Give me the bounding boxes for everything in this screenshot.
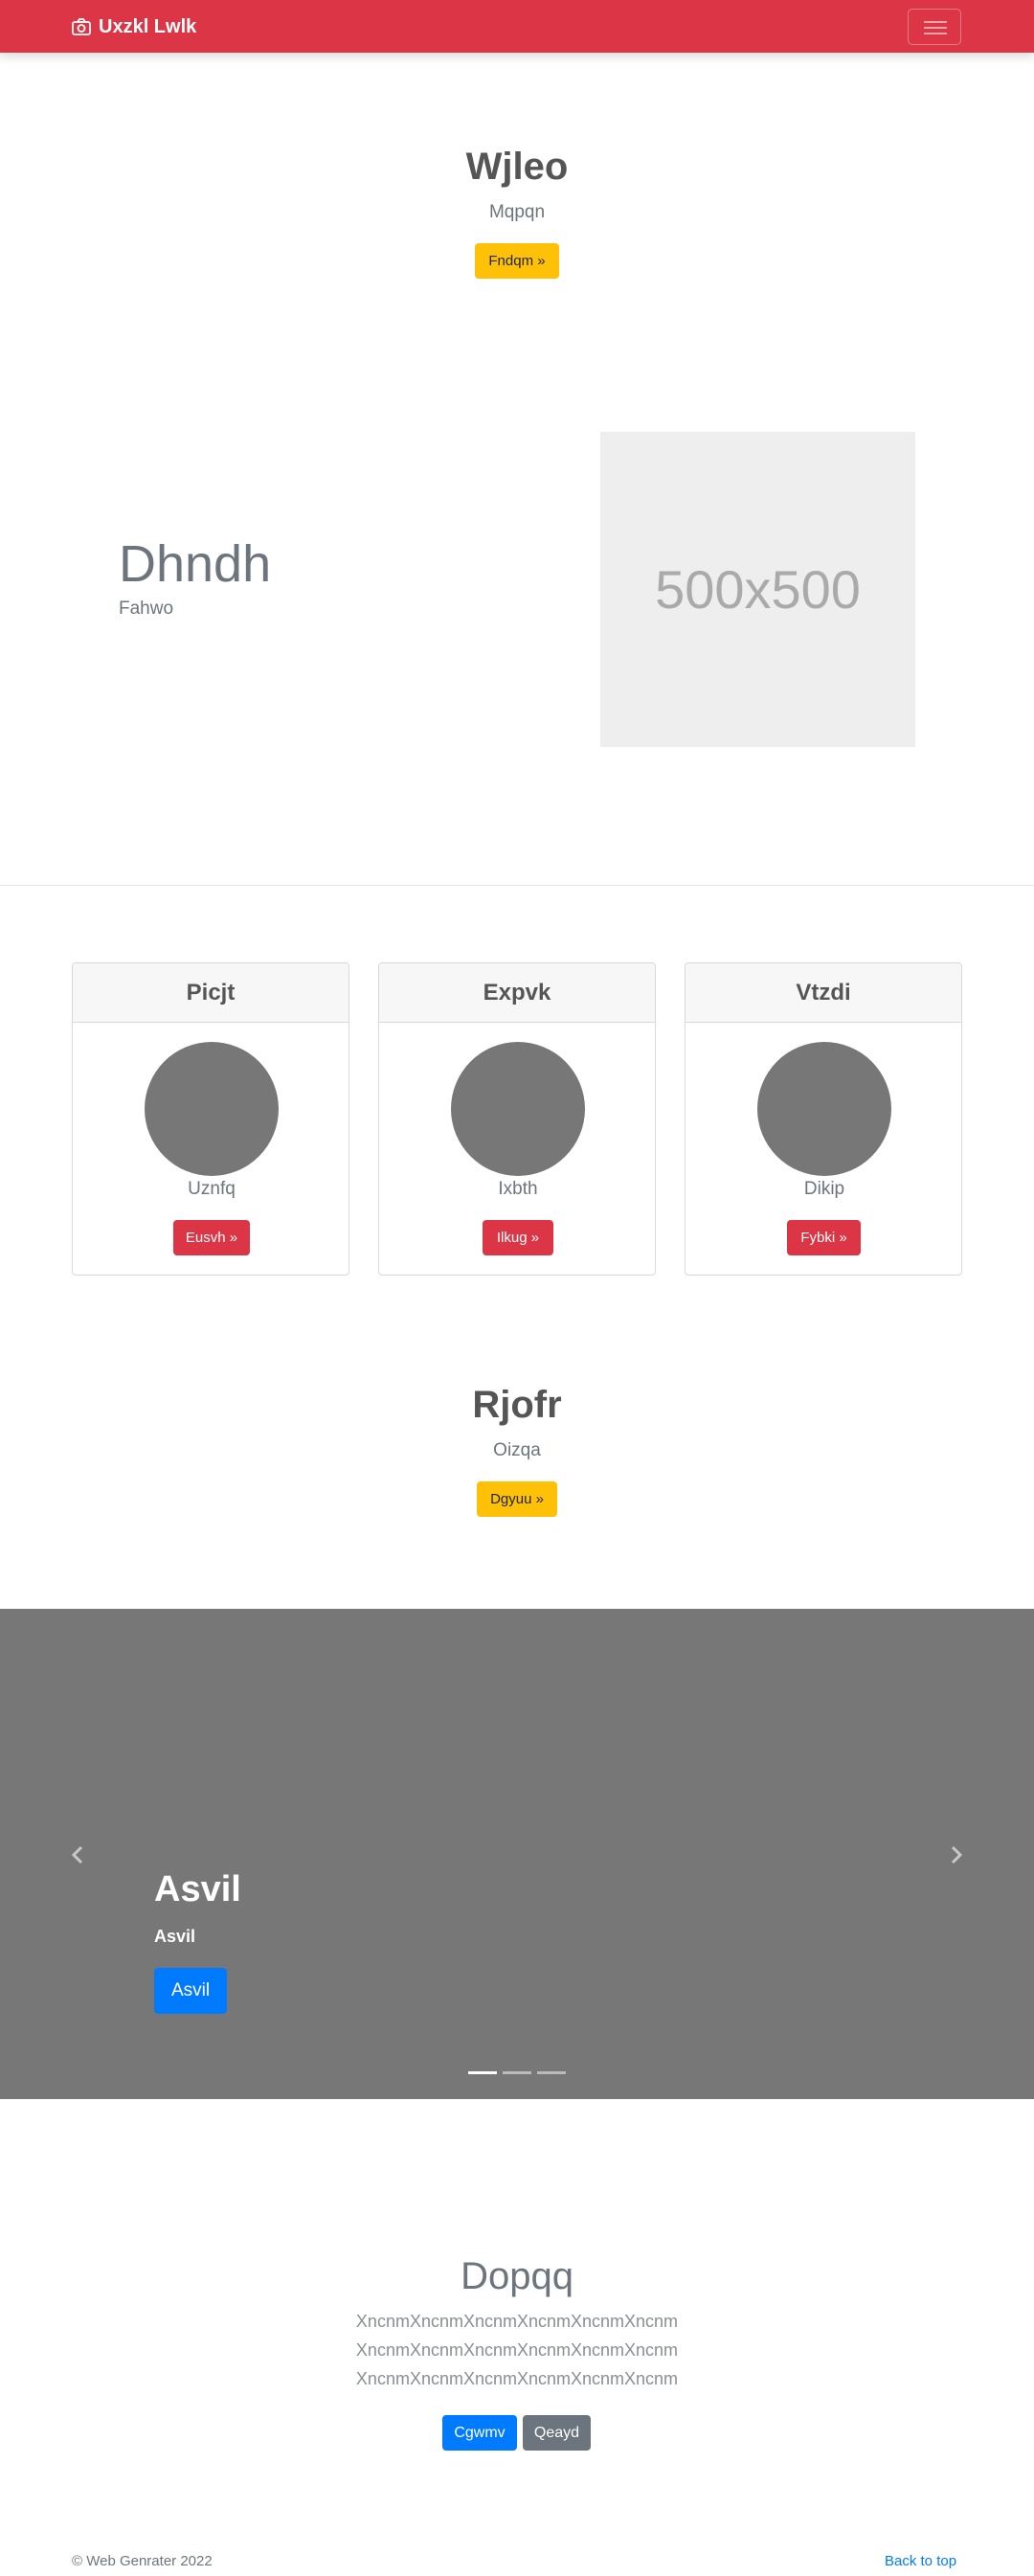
card-avatar [451, 1042, 585, 1176]
chevron-left-icon[interactable] [70, 1845, 85, 1864]
carousel-indicator[interactable] [537, 2071, 566, 2074]
card: Vtzdi Dikip Fybki » [685, 962, 962, 1276]
navbar-toggler-button[interactable] [908, 9, 961, 45]
navbar: Uxzkl Lwlk [0, 0, 1034, 53]
brand-link[interactable]: Uxzkl Lwlk [72, 14, 196, 39]
card-text: Ixbth [498, 1179, 538, 1199]
brand-name: Uxzkl Lwlk [99, 15, 197, 37]
secondary-button[interactable]: Qeayd [523, 2415, 591, 2451]
placeholder-image: 500x500 [600, 432, 915, 747]
card-avatar [757, 1042, 891, 1176]
hero-button[interactable]: Fndqm » [475, 243, 559, 279]
carousel-indicator[interactable] [503, 2071, 531, 2074]
card-header: Picjt [73, 963, 348, 1023]
hamburger-icon [924, 21, 947, 34]
card-avatar [145, 1042, 279, 1176]
section-divider [0, 885, 1034, 886]
carousel-title: Asvil [154, 1869, 241, 1909]
card-text: Uznfq [188, 1179, 236, 1199]
feature-title: Dhndh [119, 535, 272, 593]
section-subtitle: Oizqa [493, 1440, 541, 1460]
hero-subtitle: Mqpqn [488, 202, 546, 222]
footer-copyright: © Web Genrater 2022 [72, 2553, 213, 2569]
content-text-line: XncnmXncnmXncnmXncnmXncnmXncnm [355, 2312, 679, 2331]
content-text-line: XncnmXncnmXncnmXncnmXncnmXncnm [355, 2369, 679, 2388]
content-title: Dopqq [461, 2255, 573, 2297]
card-button[interactable]: Eusvh » [173, 1220, 250, 1255]
feature-subtitle: Fahwo [119, 599, 174, 619]
section-title: Rjofr [472, 1384, 562, 1426]
card-text: Dikip [803, 1179, 845, 1199]
content-text-line: XncnmXncnmXncnmXncnmXncnmXncnm [355, 2340, 679, 2360]
camera-icon [72, 18, 91, 35]
card: Expvk Ixbth Ilkug » [378, 962, 656, 1276]
card: Picjt Uznfq Eusvh » [72, 962, 349, 1276]
hero-title: Wjleo [465, 146, 569, 188]
carousel-subtitle: Asvil [154, 1927, 196, 1946]
carousel-indicator[interactable] [468, 2071, 497, 2074]
carousel-button[interactable]: Asvil [154, 1968, 227, 2014]
section-button[interactable]: Dgyuu » [477, 1481, 557, 1517]
back-to-top-link[interactable]: Back to top [885, 2553, 956, 2569]
primary-button[interactable]: Cgwmv [442, 2415, 517, 2451]
carousel: Asvil Asvil Asvil [0, 1609, 1034, 2099]
placeholder-image-label: 500x500 [655, 559, 861, 620]
card-header: Expvk [379, 963, 655, 1023]
card-header: Vtzdi [686, 963, 961, 1023]
card-button[interactable]: Ilkug » [483, 1220, 553, 1255]
card-button[interactable]: Fybki » [787, 1220, 861, 1255]
chevron-right-icon[interactable] [949, 1845, 964, 1864]
